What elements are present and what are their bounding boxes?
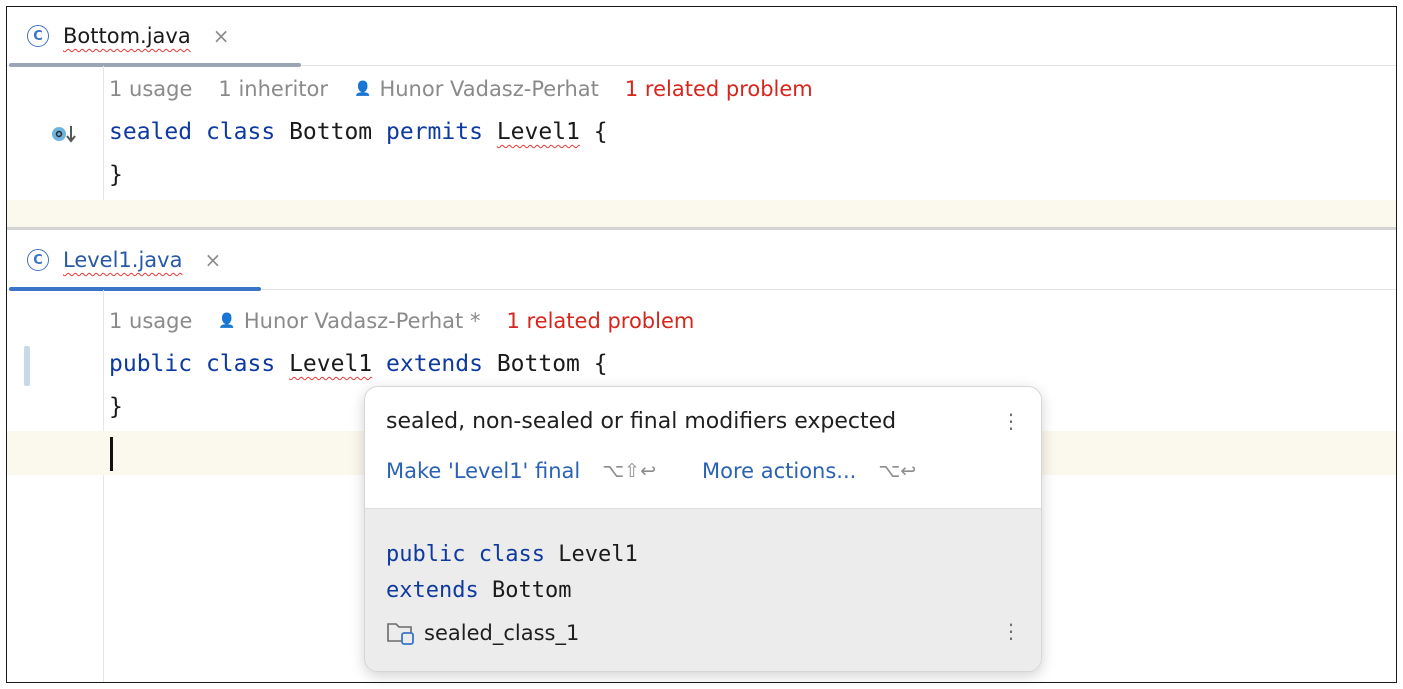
brace: { [593,119,608,145]
keyword: permits [386,119,483,145]
close-icon[interactable]: × [213,24,230,48]
keyword: class [205,351,276,377]
class-reference: Bottom [491,578,572,603]
code-line-2[interactable]: } [109,162,123,188]
popup-documentation: public class Level1 extends Bottom seale… [365,509,1041,671]
keyword: public [109,351,193,377]
module-name[interactable]: sealed_class_1 [424,621,579,645]
class-name: Bottom [289,119,373,145]
related-problem-hint[interactable]: 1 related problem [625,77,813,101]
keyword: class [205,119,276,145]
code-line-1[interactable]: sealed class Bottom permits Level1 { [109,119,608,145]
make-final-shortcut: ⌥⇧↩ [602,460,656,482]
text-caret [110,437,113,471]
code-line-1[interactable]: public class Level1 extends Bottom { [109,351,608,377]
popup-header: sealed, non-sealed or final modifiers ex… [365,387,1041,509]
code-vision-inlay: 1 usage 👤 Hunor Vadasz-Perhat * 1 relate… [109,309,694,333]
tab-bar: C Level1.java × [7,231,1396,291]
more-options-icon[interactable]: ⋮ [1001,621,1021,641]
more-options-icon[interactable]: ⋮ [1001,411,1021,431]
code-line-2[interactable]: } [109,394,123,420]
more-actions-link[interactable]: More actions... [702,459,856,483]
change-marker[interactable] [24,346,30,386]
class-icon: C [27,25,49,47]
module-location[interactable]: sealed_class_1 [386,619,579,647]
tab-level1-java[interactable]: C Level1.java × [7,231,221,289]
tab-bar: C Bottom.java × [7,7,1396,67]
tab-bottom-java[interactable]: C Bottom.java × [7,7,229,65]
class-reference: Bottom [496,351,580,377]
implemented-by-icon[interactable] [49,120,77,148]
keyword: extends [386,578,479,603]
inheritors-hint[interactable]: 1 inheritor [218,77,328,101]
error-class-name[interactable]: Level1 [289,351,372,377]
keyword: class [478,542,545,567]
tab-label[interactable]: Level1.java [63,248,182,272]
author-hint[interactable]: Hunor Vadasz-Perhat * [244,309,481,333]
keyword: sealed [109,119,193,145]
error-message: sealed, non-sealed or final modifiers ex… [386,409,897,434]
make-final-action[interactable]: Make 'Level1' final [386,459,580,483]
tab-indicator [9,287,261,291]
keyword: extends [386,351,483,377]
quick-fix-actions: Make 'Level1' final ⌥⇧↩ More actions... … [386,459,916,483]
error-reference[interactable]: Level1 [497,119,580,145]
person-icon: 👤 [354,81,372,97]
brace: { [593,351,608,377]
related-problem-hint[interactable]: 1 related problem [506,309,694,333]
class-icon: C [27,249,49,271]
tab-indicator [9,63,301,67]
author-hint[interactable]: Hunor Vadasz-Perhat [379,77,598,101]
pane-splitter[interactable] [7,227,1396,230]
gutter-divider [103,290,104,682]
class-name: Level1 [558,542,638,567]
usages-hint[interactable]: 1 usage [109,309,192,333]
current-line-highlight [7,200,1396,227]
person-icon: 👤 [218,313,236,329]
brace: } [109,162,123,188]
declaration-preview: public class Level1 extends Bottom [386,537,638,609]
more-actions-shortcut: ⌥↩ [878,460,917,482]
keyword: public [386,542,466,567]
tab-label[interactable]: Bottom.java [63,24,191,48]
usages-hint[interactable]: 1 usage [109,77,192,101]
close-icon[interactable]: × [204,248,221,272]
error-tooltip-popup: sealed, non-sealed or final modifiers ex… [364,386,1042,672]
editor-pane-bottom-java: C Bottom.java × 1 usage 1 inheritor 👤 Hu… [7,7,1396,229]
module-folder-icon [387,623,414,645]
code-vision-inlay: 1 usage 1 inheritor 👤 Hunor Vadasz-Perha… [109,77,813,101]
brace: } [109,394,123,420]
